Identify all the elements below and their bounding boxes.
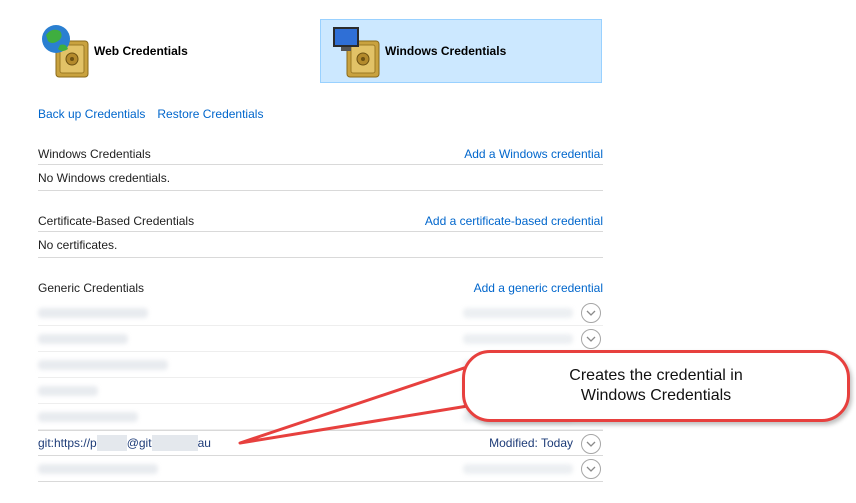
restore-credentials-link[interactable]: Restore Credentials: [157, 107, 263, 121]
chevron-down-icon[interactable]: [581, 329, 601, 349]
certificate-credentials-empty: No certificates.: [38, 237, 118, 252]
certificate-credentials-section: Certificate-Based Credentials Add a cert…: [38, 210, 603, 258]
git-credential-row[interactable]: git:https://p @git au Modified: Today: [38, 430, 603, 456]
backup-credentials-link[interactable]: Back up Credentials: [38, 107, 145, 121]
callout-text: Creates the credential in Windows Creden…: [569, 367, 743, 404]
list-item[interactable]: [38, 326, 603, 352]
add-certificate-credential-link[interactable]: Add a certificate-based credential: [425, 214, 603, 228]
chevron-down-icon[interactable]: [581, 459, 601, 479]
windows-credentials-icon: [329, 21, 385, 81]
chevron-down-icon[interactable]: [581, 303, 601, 323]
list-item[interactable]: [38, 300, 603, 326]
generic-credentials-title: Generic Credentials: [38, 281, 145, 295]
credential-name-suffix: au: [197, 436, 211, 450]
tab-web-credentials[interactable]: Web Credentials: [38, 19, 308, 83]
credential-name: git:https://p @git au: [38, 435, 211, 451]
tab-windows-credentials-label: Windows Credentials: [385, 44, 507, 58]
web-credentials-icon: [38, 21, 94, 81]
modified-value: Today: [540, 436, 573, 450]
credential-actions: Back up Credentials Restore Credentials: [38, 107, 263, 121]
windows-credentials-title: Windows Credentials: [38, 146, 151, 161]
add-windows-credential-link[interactable]: Add a Windows credential: [464, 147, 603, 161]
tab-windows-credentials[interactable]: Windows Credentials: [320, 19, 602, 83]
callout-bubble: Creates the credential in Windows Creden…: [462, 350, 850, 422]
credential-name-prefix: git:https://p: [38, 436, 97, 450]
modified-date: Modified: Today: [489, 436, 573, 450]
windows-credentials-empty: No Windows credentials.: [38, 170, 171, 185]
generic-credentials-section: Generic Credentials Add a generic creden…: [38, 277, 603, 299]
credential-name-mid: @git: [126, 436, 152, 450]
redacted-block: [151, 435, 198, 451]
windows-credentials-section: Windows Credentials Add a Windows creden…: [38, 143, 603, 191]
redacted-block: [96, 435, 127, 451]
chevron-down-icon[interactable]: [581, 434, 601, 454]
modified-label: Modified:: [489, 436, 538, 450]
tab-web-credentials-label: Web Credentials: [94, 44, 188, 58]
add-generic-credential-link[interactable]: Add a generic credential: [474, 281, 603, 295]
certificate-credentials-title: Certificate-Based Credentials: [38, 213, 195, 228]
list-item[interactable]: [38, 456, 603, 482]
